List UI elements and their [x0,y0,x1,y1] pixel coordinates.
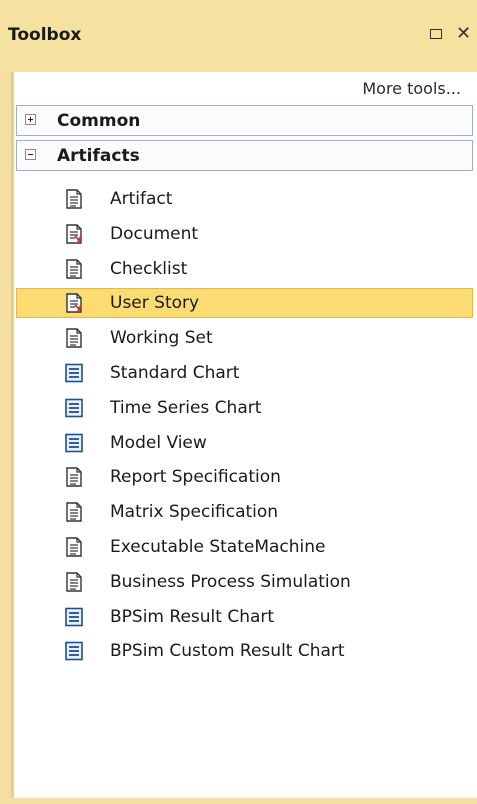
group-common[interactable]: Common [16,105,473,136]
toolbox-item-label: Report Specification [110,467,281,488]
document-icon [64,328,84,348]
toolbox-item-label: Executable StateMachine [110,536,326,557]
toolbox-item-standard-chart[interactable]: Standard Chart [16,358,473,388]
toolbox-item-checklist[interactable]: Checklist [16,254,473,284]
document-icon [64,258,84,279]
toolbox-item-label: Checklist [110,258,188,279]
toolbox-item-label: Standard Chart [110,362,240,383]
chart-icon [64,607,84,627]
more-tools-link[interactable]: More tools... [362,74,461,104]
minus-icon[interactable] [25,149,36,160]
document-icon [64,467,84,488]
toolbox-item-model-view[interactable]: Model View [16,428,473,458]
artifact-item-list: Artifact Document Checklist User Story Worki… [16,184,473,671]
toolbox-item-matrix-specification[interactable]: Matrix Specification [16,497,473,527]
toolbox-item-executable-statemachine[interactable]: Executable StateMachine [16,532,473,562]
chart-icon [64,433,84,453]
restore-icon[interactable] [428,26,446,44]
close-icon[interactable]: ✕ [456,25,474,44]
document-icon [64,537,84,557]
document-red-icon [64,224,84,244]
toolbox-item-report-specification[interactable]: Report Specification [16,462,473,492]
window-title: Toolbox [8,25,82,45]
toolbox-window: Toolbox ✕ More tools... Common Artifacts… [0,0,477,804]
toolbox-item-label: Business Process Simulation [110,571,351,592]
document-red-icon [64,293,84,314]
plus-icon[interactable] [25,114,36,125]
toolbox-item-bpsim-custom-result-chart[interactable]: BPSim Custom Result Chart [16,636,473,666]
chart-icon [64,363,84,383]
chart-icon [64,641,84,661]
group-artifacts[interactable]: Artifacts [16,140,473,171]
toolbox-item-time-series-chart[interactable]: Time Series Chart [16,393,473,423]
toolbox-item-bpsim-result-chart[interactable]: BPSim Result Chart [16,602,473,632]
toolbox-item-label: Matrix Specification [110,502,279,523]
toolbox-item-label: Model View [110,432,207,453]
toolbox-item-label: Time Series Chart [110,397,262,418]
toolbox-item-label: BPSim Result Chart [110,606,275,627]
toolbox-item-document[interactable]: Document [16,219,473,249]
toolbox-item-artifact[interactable]: Artifact [16,184,473,214]
document-icon [64,189,84,209]
panel-frame-bottom [0,798,477,804]
panel-frame-left-shade [11,72,14,804]
document-icon [64,572,84,592]
toolbox-item-label: User Story [110,293,200,314]
document-icon [64,502,84,522]
chart-icon [64,398,84,418]
toolbox-item-label: Artifact [110,189,173,209]
title-bar[interactable]: Toolbox ✕ [0,0,477,72]
group-label: Artifacts [57,146,140,166]
toolbox-item-label: Document [110,223,199,244]
toolbox-item-working-set[interactable]: Working Set [16,323,473,353]
toolbox-item-user-story[interactable]: User Story [16,288,473,319]
group-label: Common [57,111,141,131]
toolbox-item-label: BPSim Custom Result Chart [110,641,345,662]
toolbox-item-label: Working Set [110,328,213,349]
toolbox-item-business-process-simulation[interactable]: Business Process Simulation [16,567,473,597]
